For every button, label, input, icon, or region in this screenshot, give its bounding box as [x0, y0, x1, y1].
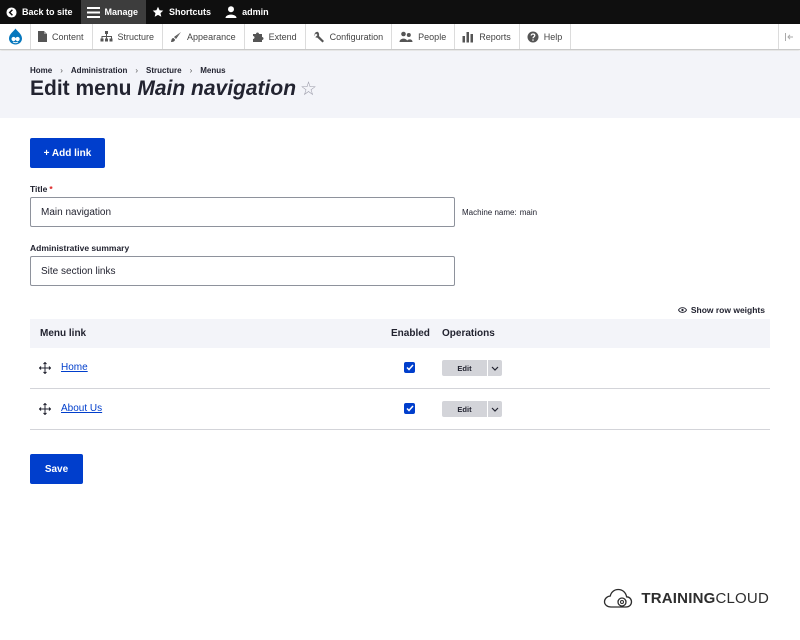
brand-name-regular: CLOUD — [715, 589, 769, 607]
menu-item-label: Help — [543, 31, 563, 42]
menu-item-label: Appearance — [187, 31, 236, 42]
help-icon — [527, 31, 539, 42]
table-row: About Us Edit — [30, 389, 770, 430]
enabled-checkbox[interactable] — [404, 403, 415, 414]
breadcrumb-menus[interactable]: Menus — [200, 66, 225, 75]
paintbrush-icon — [171, 31, 182, 42]
chevron-down-icon — [491, 366, 499, 371]
menu-item-extend[interactable]: Extend — [245, 24, 306, 49]
cloud-icon — [604, 588, 633, 608]
summary-input[interactable] — [30, 256, 455, 286]
menu-item-label: Extend — [268, 31, 297, 42]
wrench-icon — [313, 31, 324, 42]
required-marker: * — [49, 184, 53, 194]
page-title-prefix: Edit menu — [30, 77, 132, 100]
header-menu-link: Menu link — [40, 328, 87, 339]
admin-menu-tray: Content Structure Appearance Extend Conf… — [0, 24, 800, 50]
hamburger-icon — [86, 6, 100, 18]
manage-tab[interactable]: Manage — [80, 0, 147, 24]
operations-dropbutton[interactable]: Edit — [442, 360, 502, 376]
menu-item-label: People — [418, 31, 447, 42]
checkmark-icon — [405, 364, 414, 371]
page-title-menu-name: Main navigation — [137, 77, 297, 100]
dropbutton-toggle[interactable] — [487, 360, 502, 376]
page-title: Edit menu Main navigation ☆ — [30, 77, 317, 101]
save-button[interactable]: Save — [30, 454, 83, 484]
star-icon — [152, 6, 164, 17]
bar-chart-icon — [462, 31, 474, 42]
checkmark-icon — [405, 405, 414, 412]
menu-item-appearance[interactable]: Appearance — [163, 24, 245, 49]
collapse-arrow-icon — [785, 32, 793, 41]
user-tab[interactable]: admin — [219, 0, 277, 24]
table-row: Home Edit — [30, 348, 770, 389]
menu-item-label: Structure — [117, 31, 155, 42]
header-enabled: Enabled — [391, 328, 430, 339]
menu-link-about-us[interactable]: About Us — [61, 403, 102, 414]
trainingcloud-logo: TRAININGCLOUD — [603, 586, 769, 610]
edit-button[interactable]: Edit — [442, 401, 487, 417]
dropbutton-toggle[interactable] — [487, 401, 502, 417]
menu-item-label: Content — [52, 31, 84, 42]
user-label: admin — [242, 7, 269, 17]
people-icon — [399, 31, 413, 42]
drupal-logo[interactable] — [0, 24, 31, 49]
breadcrumb-separator: › — [135, 66, 139, 75]
admin-toolbar: Back to site Manage Shortcuts admin — [0, 0, 800, 24]
menu-item-label: Reports — [479, 31, 511, 42]
machine-name: Machine name: main — [462, 208, 537, 217]
page-header: Home › Administration › Structure › Menu… — [0, 51, 800, 118]
page-icon — [38, 31, 47, 42]
table-header: Menu link Enabled Operations — [30, 319, 770, 348]
breadcrumb-separator: › — [60, 66, 63, 75]
breadcrumb-structure[interactable]: Structure — [146, 66, 182, 75]
operations-dropbutton[interactable]: Edit — [442, 401, 502, 417]
enabled-checkbox[interactable] — [404, 362, 415, 373]
breadcrumb-separator: › — [189, 66, 193, 75]
menu-item-structure[interactable]: Structure — [93, 24, 164, 49]
back-to-site-link[interactable]: Back to site — [0, 0, 81, 24]
breadcrumb-home[interactable]: Home — [30, 66, 52, 75]
edit-button[interactable]: Edit — [442, 360, 487, 376]
machine-name-value: main — [519, 208, 538, 217]
header-operations: Operations — [442, 328, 495, 339]
show-row-weights-label: Show row weights — [690, 305, 765, 315]
brand-name: TRAININGCLOUD — [641, 590, 769, 607]
shortcut-star-icon[interactable]: ☆ — [300, 79, 317, 100]
puzzle-icon — [252, 32, 264, 42]
menu-item-label: Configuration — [329, 31, 384, 42]
shortcuts-tab[interactable]: Shortcuts — [146, 0, 219, 24]
brand-name-bold: TRAINING — [641, 589, 716, 607]
title-label-text: Title — [30, 184, 48, 194]
drag-handle-icon[interactable] — [39, 362, 51, 374]
eye-icon — [677, 307, 687, 313]
summary-label: Administrative summary — [30, 243, 130, 253]
menu-item-people[interactable]: People — [392, 24, 456, 49]
menu-item-reports[interactable]: Reports — [455, 24, 520, 49]
shortcuts-label: Shortcuts — [169, 7, 212, 17]
back-arrow-icon — [6, 6, 17, 18]
menu-link-home[interactable]: Home — [61, 362, 88, 373]
show-row-weights-toggle[interactable]: Show row weights — [677, 305, 765, 315]
manage-label: Manage — [104, 7, 139, 17]
title-input[interactable] — [30, 197, 455, 227]
sitemap-icon — [100, 31, 113, 42]
title-label: Title * — [30, 184, 53, 194]
back-to-site-label: Back to site — [22, 7, 73, 17]
breadcrumb-administration[interactable]: Administration — [71, 66, 127, 75]
add-link-button[interactable]: + Add link — [30, 138, 105, 168]
breadcrumb: Home › Administration › Structure › Menu… — [30, 66, 226, 75]
drupal-drop-icon — [8, 28, 22, 45]
tray-orientation-toggle[interactable] — [778, 24, 800, 49]
menu-item-help[interactable]: Help — [520, 24, 572, 49]
chevron-down-icon — [491, 407, 499, 412]
machine-name-label: Machine name: — [462, 208, 517, 217]
drag-handle-icon[interactable] — [39, 403, 51, 415]
menu-item-configuration[interactable]: Configuration — [306, 24, 393, 49]
menu-item-content[interactable]: Content — [31, 24, 93, 49]
user-icon — [225, 6, 237, 18]
